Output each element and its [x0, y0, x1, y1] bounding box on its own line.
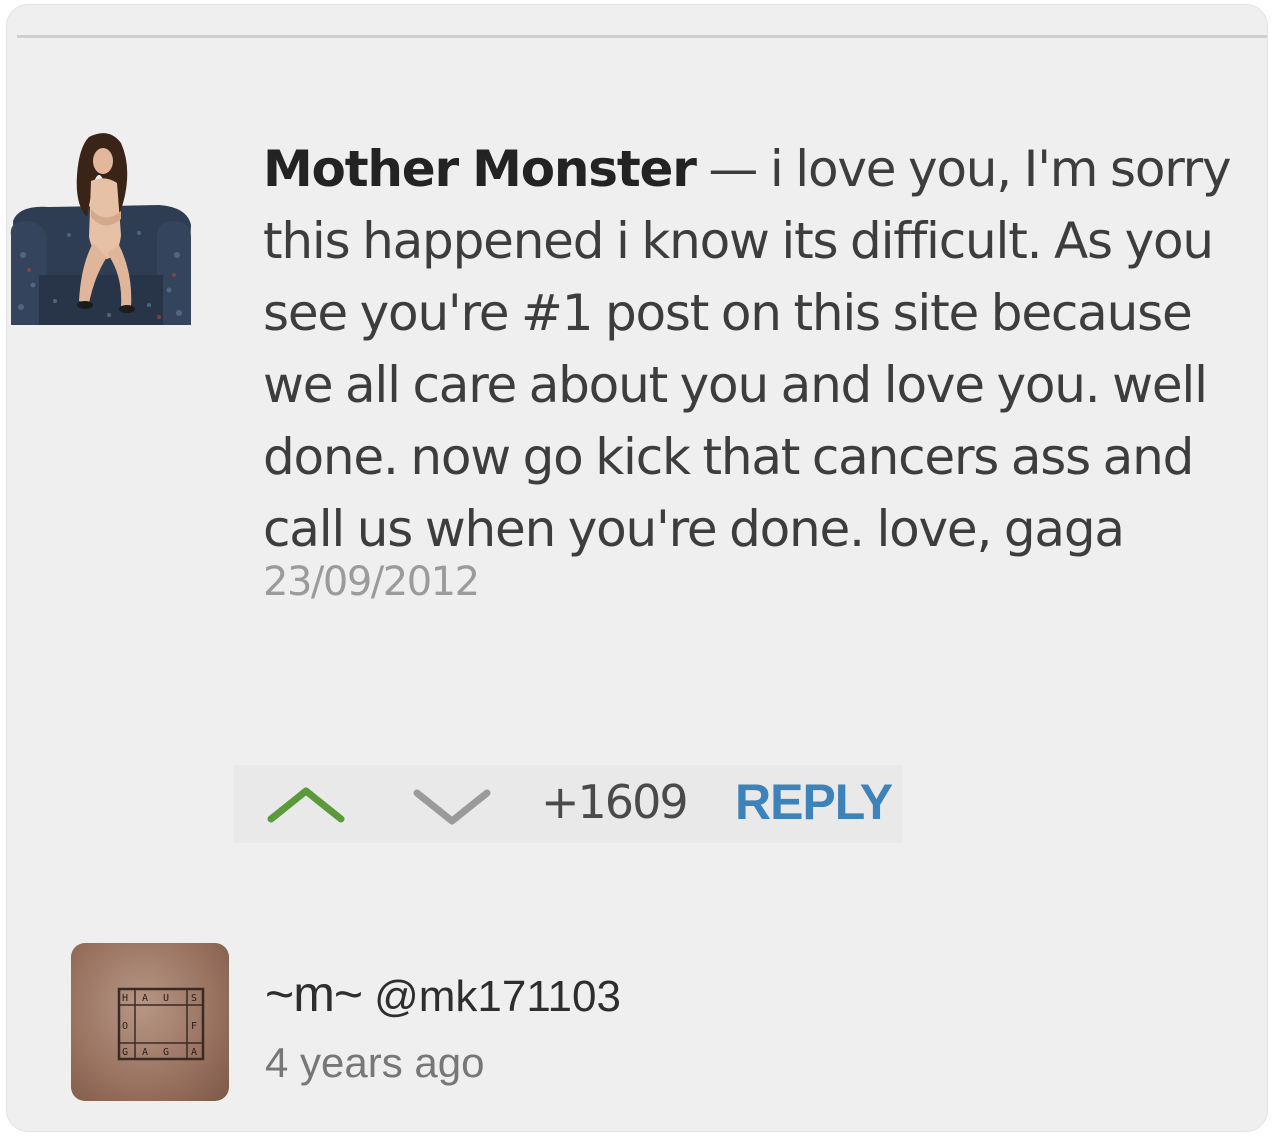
tattoo-letter: U	[163, 993, 169, 1004]
tattoo-letter: A	[142, 1047, 148, 1058]
tattoo-letter: G	[163, 1047, 169, 1058]
comment-actions-bar: +1609 REPLY	[233, 765, 903, 843]
tattoo-letter: A	[142, 993, 148, 1004]
poster-display-name[interactable]: ~m~	[265, 966, 363, 1022]
downvote-button[interactable]	[409, 779, 495, 829]
author-separator: —	[695, 140, 770, 198]
tattoo-photo: H A U S O F G A G A	[117, 987, 205, 1061]
post-timestamp: 4 years ago	[265, 1039, 485, 1086]
poster-identity: ~m~ @mk171103	[265, 965, 621, 1023]
poster-avatar[interactable]: H A U S O F G A G A	[71, 943, 229, 1101]
avatar-photo	[9, 125, 191, 328]
screenshot-card: Mother Monster — i love you, I'm sorry t…	[6, 4, 1268, 1132]
comment-body: Mother Monster — i love you, I'm sorry t…	[263, 133, 1263, 605]
reply-button[interactable]: REPLY	[735, 773, 893, 831]
vote-score: +1609	[541, 775, 689, 829]
chevron-up-icon	[267, 787, 345, 823]
commenter-avatar[interactable]	[9, 125, 191, 328]
tattoo-letter: O	[122, 1021, 128, 1032]
poster-handle[interactable]: @mk171103	[374, 972, 621, 1021]
tattoo-letter: H	[122, 993, 128, 1004]
upvote-button[interactable]	[263, 779, 349, 829]
tattoo-letter: F	[191, 1021, 197, 1032]
comment-date: 23/09/2012	[263, 559, 480, 605]
comment-message: i love you, I'm sorry this happened i kn…	[263, 140, 1232, 558]
comment-text-block: Mother Monster — i love you, I'm sorry t…	[263, 133, 1263, 565]
tattoo-letter: G	[122, 1047, 128, 1058]
tattoo-letter: A	[191, 1047, 197, 1058]
divider	[17, 35, 1267, 38]
comment-author[interactable]: Mother Monster	[263, 140, 697, 198]
chevron-down-icon	[413, 789, 491, 825]
tattoo-letter: S	[191, 993, 197, 1004]
